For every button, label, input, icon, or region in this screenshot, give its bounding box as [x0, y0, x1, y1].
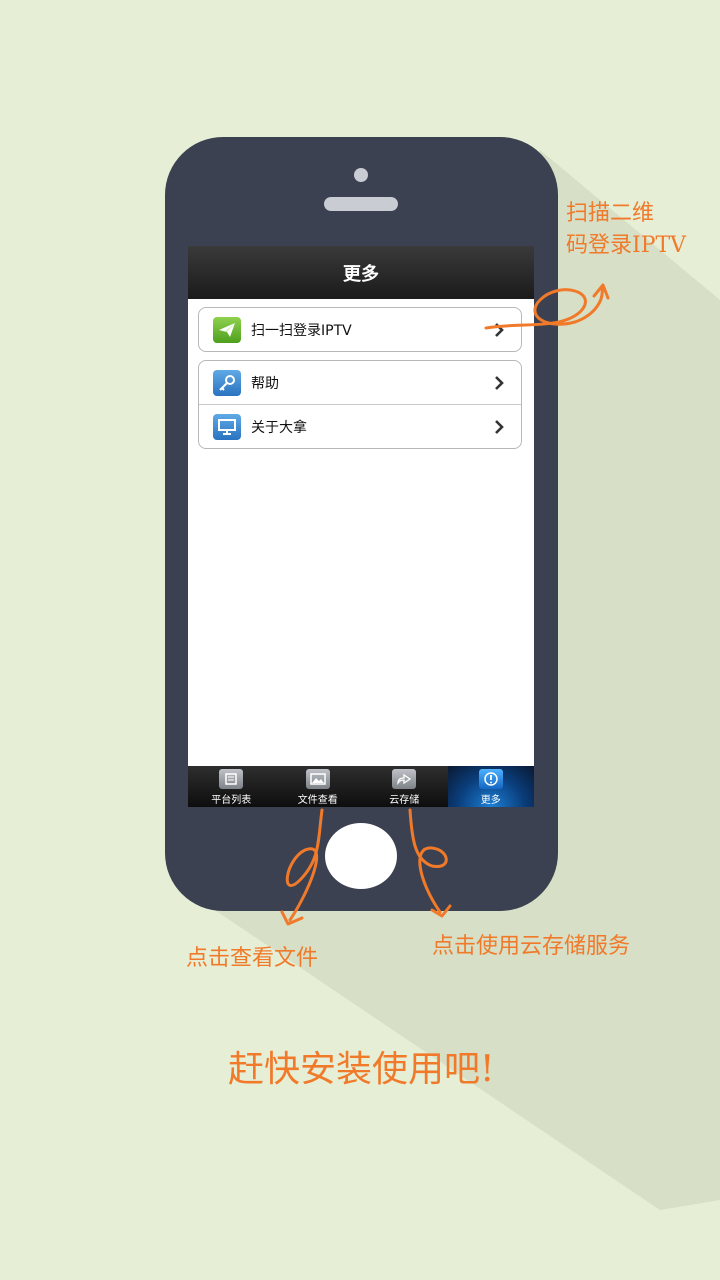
phone-screen: 更多 扫一扫登录IPTV 帮助 关于大拿 平台列表 文件查看 云存储 更多	[188, 246, 534, 807]
tab-label-cloud-storage: 云存储	[389, 795, 420, 806]
menu-item-help[interactable]: 帮助	[199, 361, 521, 404]
annotation-view-files: 点击查看文件	[186, 946, 319, 971]
tab-more[interactable]: 更多	[447, 766, 534, 807]
annotation-cta: 赶快安装使用吧!	[228, 1049, 495, 1090]
nav-bar: 更多	[188, 246, 534, 299]
chevron-right-icon	[495, 323, 504, 337]
earpiece-speaker	[324, 197, 398, 211]
tab-platform-list[interactable]: 平台列表	[188, 766, 275, 807]
home-button[interactable]	[325, 823, 397, 889]
tab-label-file-view: 文件查看	[297, 795, 338, 806]
nav-title: 更多	[343, 263, 379, 285]
info-icon	[478, 769, 503, 789]
menu-item-scan-login[interactable]: 扫一扫登录IPTV	[199, 308, 521, 351]
camera-dot	[354, 168, 368, 182]
tab-label-platform-list: 平台列表	[211, 795, 252, 806]
menu-item-about[interactable]: 关于大拿	[199, 404, 521, 448]
monitor-icon	[213, 413, 241, 440]
picture-icon	[305, 769, 330, 789]
paper-plane-icon	[213, 316, 241, 343]
chevron-right-icon	[495, 376, 504, 390]
list-icon	[219, 769, 244, 789]
cloud-share-icon	[392, 769, 417, 789]
chevron-right-icon	[495, 420, 504, 434]
menu-group-info: 帮助 关于大拿	[198, 360, 522, 449]
annotation-scan: 扫描二维 码登录IPTV	[566, 201, 687, 258]
tab-cloud-storage[interactable]: 云存储	[361, 766, 448, 807]
menu-label-about: 关于大拿	[251, 419, 307, 436]
menu-label-scan-login: 扫一扫登录IPTV	[251, 322, 352, 339]
tab-file-view[interactable]: 文件查看	[275, 766, 362, 807]
annotation-cloud: 点击使用云存储服务	[432, 934, 631, 959]
key-icon	[213, 369, 241, 396]
menu-label-help: 帮助	[251, 375, 279, 392]
tab-bar: 平台列表 文件查看 云存储 更多	[188, 766, 534, 807]
tab-label-more: 更多	[480, 795, 501, 806]
menu-group-scan: 扫一扫登录IPTV	[198, 307, 522, 352]
